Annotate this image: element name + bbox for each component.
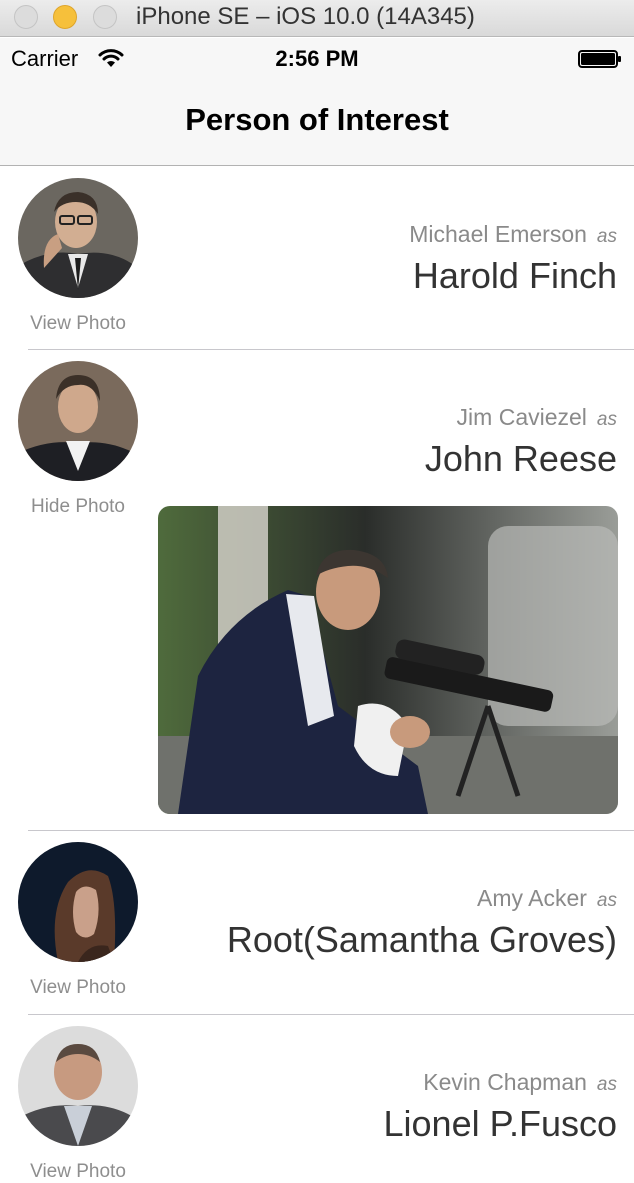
as-label: as (596, 226, 617, 247)
actor-label: Amy Acker (477, 885, 587, 911)
simulator-title-bar: iPhone SE – iOS 10.0 (14A345) (0, 0, 634, 37)
window-minimize-button[interactable] (53, 5, 77, 29)
window-close-button[interactable] (14, 5, 38, 29)
actor-label: Kevin Chapman (423, 1069, 587, 1095)
cast-row[interactable]: View Photo Michael Emerson as Harold Finc… (0, 167, 634, 349)
status-time: 2:56 PM (275, 46, 359, 71)
avatar[interactable] (18, 178, 138, 298)
character-name: Harold Finch (412, 255, 617, 296)
character-photo (158, 506, 618, 814)
page-title: Person of Interest (185, 102, 449, 137)
cast-row[interactable]: View Photo Kevin Chapman as Lionel P.Fusc… (0, 1015, 634, 1182)
avatar[interactable] (18, 361, 138, 481)
as-label: as (596, 890, 617, 911)
avatar[interactable] (18, 1026, 138, 1146)
actor-name: Kevin Chapman as (423, 1069, 617, 1096)
as-label: as (596, 1074, 617, 1095)
actor-label: Michael Emerson (409, 221, 587, 247)
character-name: John Reese (424, 438, 617, 479)
simulator-title: iPhone SE – iOS 10.0 (14A345) (136, 3, 475, 30)
cast-row[interactable]: View Photo Amy Acker as Root(Samantha Gro… (0, 831, 634, 1014)
character-name: Root(Samantha Groves) (226, 919, 617, 960)
avatar[interactable] (18, 842, 138, 962)
actor-name: Jim Caviezel as (457, 404, 617, 431)
character-name: Lionel P.Fusco (383, 1103, 618, 1144)
hide-photo-button[interactable]: Hide Photo (0, 496, 156, 518)
view-photo-button[interactable]: View Photo (0, 313, 156, 335)
status-bar: Carrier 2:56 PM (0, 38, 634, 78)
window-zoom-button[interactable] (93, 5, 117, 29)
actor-name: Michael Emerson as (409, 221, 617, 248)
navigation-bar: Person of Interest (0, 78, 634, 166)
battery-icon (578, 50, 621, 68)
actor-label: Jim Caviezel (456, 404, 587, 430)
as-label: as (596, 409, 617, 430)
view-photo-button[interactable]: View Photo (0, 1161, 156, 1183)
actor-name: Amy Acker as (477, 885, 617, 912)
view-photo-button[interactable]: View Photo (0, 977, 156, 999)
